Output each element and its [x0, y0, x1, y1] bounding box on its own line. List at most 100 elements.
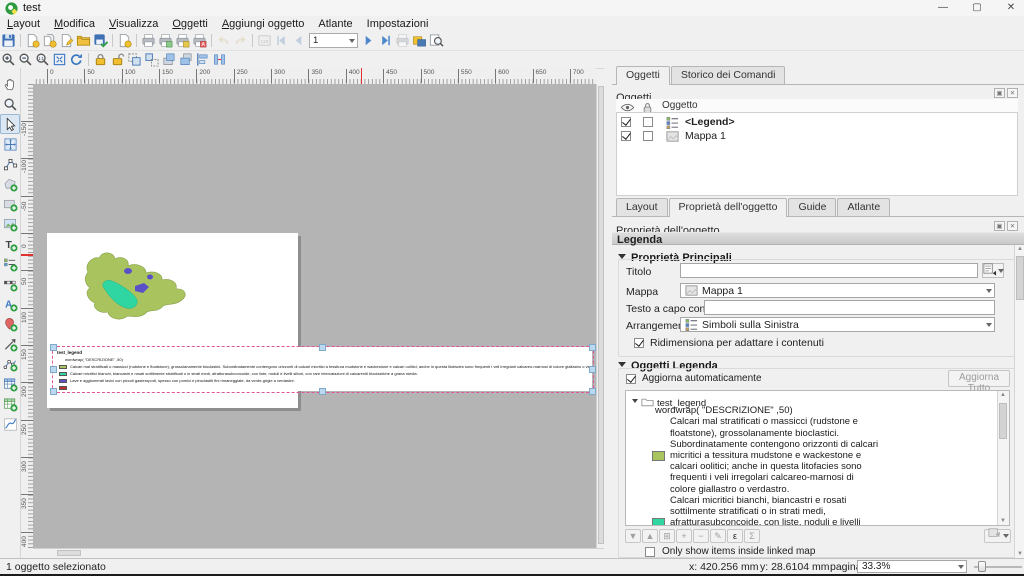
lock-checkbox[interactable] [643, 131, 653, 141]
add-legend-tool[interactable] [0, 254, 20, 274]
items-list-row[interactable]: <Legend> [617, 116, 1017, 129]
edit-item-button[interactable]: ✎ [710, 529, 726, 543]
lower-items-button[interactable] [177, 51, 194, 68]
add-elevation-profile-tool[interactable] [0, 414, 20, 434]
export-pdf-button[interactable]: A [191, 32, 208, 49]
selection-handle[interactable] [319, 388, 326, 395]
legend-item[interactable]: test_legendwordwrap( "DESCRIZIONE" ,50)C… [53, 347, 592, 391]
tree-entry-line[interactable]: colore giallastro o verdastro. [670, 484, 789, 495]
tree-entry-line[interactable]: frequenti i veli irregolari calcareo-mar… [670, 472, 854, 483]
arrangement-combobox[interactable]: Simboli sulla Sinistra [680, 317, 995, 332]
items-list-row[interactable]: Mappa 1 [617, 130, 1017, 143]
undo-button[interactable] [215, 32, 232, 49]
tree-entry-line[interactable]: micritici a tessitura mudstone e wackest… [670, 450, 861, 461]
zoom-slider-knob[interactable] [978, 561, 986, 572]
menu-oggetti[interactable]: Oggetti [165, 17, 214, 31]
zoom-tool[interactable] [0, 94, 20, 114]
minimize-button[interactable]: — [928, 0, 958, 16]
atlas-first-button[interactable] [273, 32, 290, 49]
tab-propriet-dell-oggetto[interactable]: Proprietà dell'oggetto [669, 198, 788, 217]
map-item[interactable] [60, 245, 200, 325]
atlas-preview-button[interactable]: 123 [256, 32, 273, 49]
filter-legend-button[interactable] [984, 529, 1011, 543]
tab-oggetti[interactable]: Oggetti [616, 66, 670, 85]
edit-nodes-tool[interactable] [0, 154, 20, 174]
tab-storico-dei-comandi[interactable]: Storico dei Comandi [671, 66, 786, 84]
add-marker-tool[interactable] [0, 314, 20, 334]
only-linked-checkbox[interactable] [645, 547, 655, 557]
zoom-actual-button[interactable]: 1:1 [34, 51, 51, 68]
selection-handle[interactable] [319, 344, 326, 351]
menu-modifica[interactable]: Modifica [47, 17, 102, 31]
close-panel-icon[interactable]: ✕ [1007, 88, 1018, 98]
close-properties-icon[interactable]: ✕ [1007, 221, 1018, 231]
legend-tree-scrollbar[interactable]: ▲ ▼ [997, 391, 1009, 525]
add-fixed-table-tool[interactable] [0, 394, 20, 414]
undock-properties-icon[interactable]: ▣ [994, 221, 1005, 231]
add-group-button[interactable]: ⊞ [659, 529, 675, 543]
add-arrow-tool[interactable] [0, 334, 20, 354]
selection-handle[interactable] [50, 366, 57, 373]
move-down-button[interactable]: ▼ [625, 529, 641, 543]
group-items-button[interactable] [126, 51, 143, 68]
atlas-last-button[interactable] [377, 32, 394, 49]
zoom-combobox[interactable]: 33.3% [857, 560, 967, 573]
mappa-combobox[interactable]: Mappa 1 [680, 283, 995, 298]
selection-handle[interactable] [589, 388, 596, 395]
zoom-window-button[interactable] [428, 32, 445, 49]
add-label-tool[interactable]: T [0, 234, 20, 254]
tab-layout[interactable]: Layout [616, 198, 668, 216]
undock-panel-icon[interactable]: ▣ [994, 88, 1005, 98]
new-layout-button[interactable] [24, 32, 41, 49]
tree-entry-line[interactable]: sottilmente stratificati o in strati med… [670, 506, 826, 517]
menu-visualizza[interactable]: Visualizza [102, 17, 165, 31]
canvas-horizontal-scrollbar[interactable] [33, 548, 604, 557]
zoom-out-button[interactable] [17, 51, 34, 68]
add-page-button[interactable] [116, 32, 133, 49]
expression-button[interactable]: ε [727, 529, 743, 543]
titolo-input[interactable] [680, 263, 978, 278]
lock-checkbox[interactable] [643, 117, 653, 127]
pan-tool[interactable] [0, 74, 20, 94]
visibility-checkbox[interactable] [621, 131, 631, 141]
refresh-button[interactable] [68, 51, 85, 68]
auto-update-checkbox[interactable] [626, 374, 636, 384]
menu-layout[interactable]: Layout [0, 17, 47, 31]
print-button[interactable] [140, 32, 157, 49]
data-defined-override-button[interactable] [982, 263, 1004, 278]
selection-handle[interactable] [50, 344, 57, 351]
tree-entry-line[interactable]: Subordinatamente contengono orizzonti di… [670, 439, 878, 450]
export-svg-button[interactable] [174, 32, 191, 49]
tree-entry-line[interactable]: floatstone), grossolanamente bioclastici… [670, 428, 839, 439]
select-tool[interactable] [0, 114, 20, 134]
menu-atlante[interactable]: Atlante [311, 17, 359, 31]
visibility-checkbox[interactable] [621, 117, 631, 127]
duplicate-layout-button[interactable] [41, 32, 58, 49]
add-attribute-table-tool[interactable] [0, 374, 20, 394]
selection-handle[interactable] [589, 366, 596, 373]
add-shape-tool[interactable] [0, 174, 20, 194]
expander-icon[interactable] [632, 399, 638, 406]
add-scalebar-tool[interactable] [0, 274, 20, 294]
legend-tree[interactable]: test_legendwordwrap( "DESCRIZIONE" ,50)C… [625, 390, 1010, 526]
add-rectangle-tool[interactable] [0, 194, 20, 214]
zoom-in-button[interactable] [0, 51, 17, 68]
add-picture-tool[interactable] [0, 214, 20, 234]
wrap-input[interactable] [704, 300, 995, 315]
save-button[interactable] [0, 32, 17, 49]
raise-items-button[interactable] [160, 51, 177, 68]
lock-items-button[interactable] [92, 51, 109, 68]
tree-expression-row[interactable]: wordwrap( "DESCRIZIONE" ,50) [655, 405, 793, 416]
export-image-button[interactable] [157, 32, 174, 49]
rename-layout-button[interactable] [58, 32, 75, 49]
items-list[interactable]: <Legend>Mappa 1 [616, 112, 1018, 196]
atlas-prev-button[interactable] [290, 32, 307, 49]
align-items-button[interactable] [194, 51, 211, 68]
update-all-button[interactable]: Aggiorna Tutto [948, 370, 1010, 387]
atlas-settings-button[interactable] [411, 32, 428, 49]
redo-button[interactable] [232, 32, 249, 49]
unlock-items-button[interactable] [109, 51, 126, 68]
menu-aggiungi-oggetto[interactable]: Aggiungi oggetto [215, 17, 312, 31]
tab-guide[interactable]: Guide [788, 198, 836, 216]
tab-atlante[interactable]: Atlante [837, 198, 890, 216]
